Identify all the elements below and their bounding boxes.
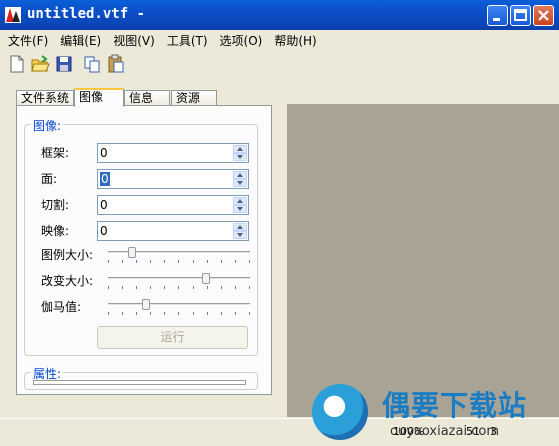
run-button[interactable]: 运行 — [97, 326, 248, 349]
face-up-button[interactable] — [233, 171, 247, 179]
mipmap-label: 映像: — [41, 224, 70, 238]
menu-tools[interactable]: 工具(T) — [167, 32, 208, 49]
slider-tick — [178, 312, 180, 315]
slider-tick — [192, 286, 194, 289]
watermark: 偶要下载站 ouyaoxiazai.com — [308, 382, 558, 444]
close-button[interactable] — [533, 5, 554, 26]
app-icon — [5, 7, 21, 23]
slice-spinner[interactable]: 0 — [97, 195, 249, 215]
slider-tick — [122, 312, 124, 315]
slider-tick — [122, 260, 124, 263]
slider-tick — [108, 286, 109, 289]
slider-tick — [108, 260, 109, 263]
menu-file[interactable]: 文件(F) — [8, 32, 48, 49]
slider-tick — [206, 286, 208, 289]
minimize-button[interactable] — [487, 5, 508, 26]
slider-tick — [234, 312, 236, 315]
slider-tick — [108, 312, 109, 315]
watermark-logo-icon — [312, 384, 368, 440]
resize-slider[interactable] — [108, 272, 250, 292]
slice-down-button[interactable] — [233, 205, 247, 213]
frame-value: 0 — [100, 146, 108, 160]
mipmap-up-button[interactable] — [233, 223, 247, 231]
slider-tick — [234, 286, 236, 289]
tab-image[interactable]: 图像 — [74, 88, 124, 107]
legend-size-slider[interactable] — [108, 246, 250, 266]
face-down-button[interactable] — [233, 179, 247, 187]
slider-tick — [136, 286, 138, 289]
slider-tick — [206, 312, 208, 315]
toolbar — [0, 52, 559, 76]
slider-tick — [192, 312, 194, 315]
gamma-thumb[interactable] — [142, 299, 150, 310]
slider-tick — [150, 312, 152, 315]
maximize-icon — [514, 9, 527, 21]
legend-size-thumb[interactable] — [128, 247, 136, 258]
slider-tick — [206, 260, 208, 263]
title-bar[interactable]: untitled.vtf - — [0, 0, 559, 30]
close-icon — [538, 10, 549, 21]
slider-tick — [220, 260, 222, 263]
menu-view[interactable]: 视图(V) — [113, 32, 155, 49]
frame-label: 框架: — [41, 146, 70, 160]
slider-tick — [150, 286, 152, 289]
mipmap-down-button[interactable] — [233, 231, 247, 239]
frame-up-button[interactable] — [233, 145, 247, 153]
slider-tick — [122, 286, 124, 289]
frame-down-button[interactable] — [233, 153, 247, 161]
menu-options[interactable]: 选项(O) — [220, 32, 263, 49]
watermark-brand: 偶要下载站 — [382, 389, 528, 422]
frame-spinner[interactable]: 0 — [97, 143, 249, 163]
open-folder-icon[interactable] — [30, 54, 50, 74]
properties-bar — [33, 380, 246, 385]
minimize-icon — [493, 18, 500, 21]
slider-tick — [248, 286, 250, 289]
mipmap-value: 0 — [100, 224, 108, 238]
slider-tick — [234, 260, 236, 263]
face-value: 0 — [100, 172, 110, 186]
slider-tick — [178, 286, 180, 289]
resize-thumb[interactable] — [202, 273, 210, 284]
slider-tick — [136, 260, 138, 263]
slice-label: 切割: — [41, 198, 70, 212]
maximize-button[interactable] — [510, 5, 531, 26]
slice-up-button[interactable] — [233, 197, 247, 205]
slider-tick — [164, 312, 166, 315]
image-group-title: 图像: — [31, 117, 64, 134]
face-spinner[interactable]: 0 — [97, 169, 249, 189]
legend-size-label: 图例大小: — [41, 248, 94, 262]
image-viewport[interactable] — [287, 104, 559, 417]
properties-group: 属性: — [24, 365, 258, 390]
face-label: 面: — [41, 172, 58, 186]
resize-label: 改变大小: — [41, 274, 94, 288]
new-file-icon[interactable] — [7, 54, 27, 74]
slider-tick — [220, 286, 222, 289]
copy-icon[interactable] — [82, 54, 102, 74]
slider-tick — [248, 260, 250, 263]
save-icon[interactable] — [54, 54, 74, 74]
window-title: untitled.vtf - — [27, 6, 146, 22]
slice-value: 0 — [100, 198, 108, 212]
slider-tick — [192, 260, 194, 263]
watermark-site: ouyaoxiazai.com — [390, 424, 499, 439]
app-window: untitled.vtf - 文件(F) 编辑(E) 视图(V) 工具(T) 选… — [0, 0, 559, 446]
gamma-label: 伽马值: — [41, 300, 82, 314]
mipmap-spinner[interactable]: 0 — [97, 221, 249, 241]
gamma-slider[interactable] — [108, 298, 250, 318]
slider-tick — [136, 312, 138, 315]
paste-icon[interactable] — [106, 54, 126, 74]
slider-tick — [150, 260, 152, 263]
slider-tick — [248, 312, 250, 315]
image-group: 图像: 框架: 0 面: 0 切割: 0 映像: 0 图例大小: 改变大小: 伽… — [24, 117, 258, 356]
image-panel: 图像: 框架: 0 面: 0 切割: 0 映像: 0 图例大小: 改变大小: 伽… — [16, 105, 272, 395]
menu-help[interactable]: 帮助(H) — [274, 32, 316, 49]
slider-tick — [164, 286, 166, 289]
slider-tick — [178, 260, 180, 263]
menu-edit[interactable]: 编辑(E) — [60, 32, 101, 49]
slider-tick — [220, 312, 222, 315]
menu-bar: 文件(F) 编辑(E) 视图(V) 工具(T) 选项(O) 帮助(H) — [0, 30, 559, 50]
slider-tick — [164, 260, 166, 263]
